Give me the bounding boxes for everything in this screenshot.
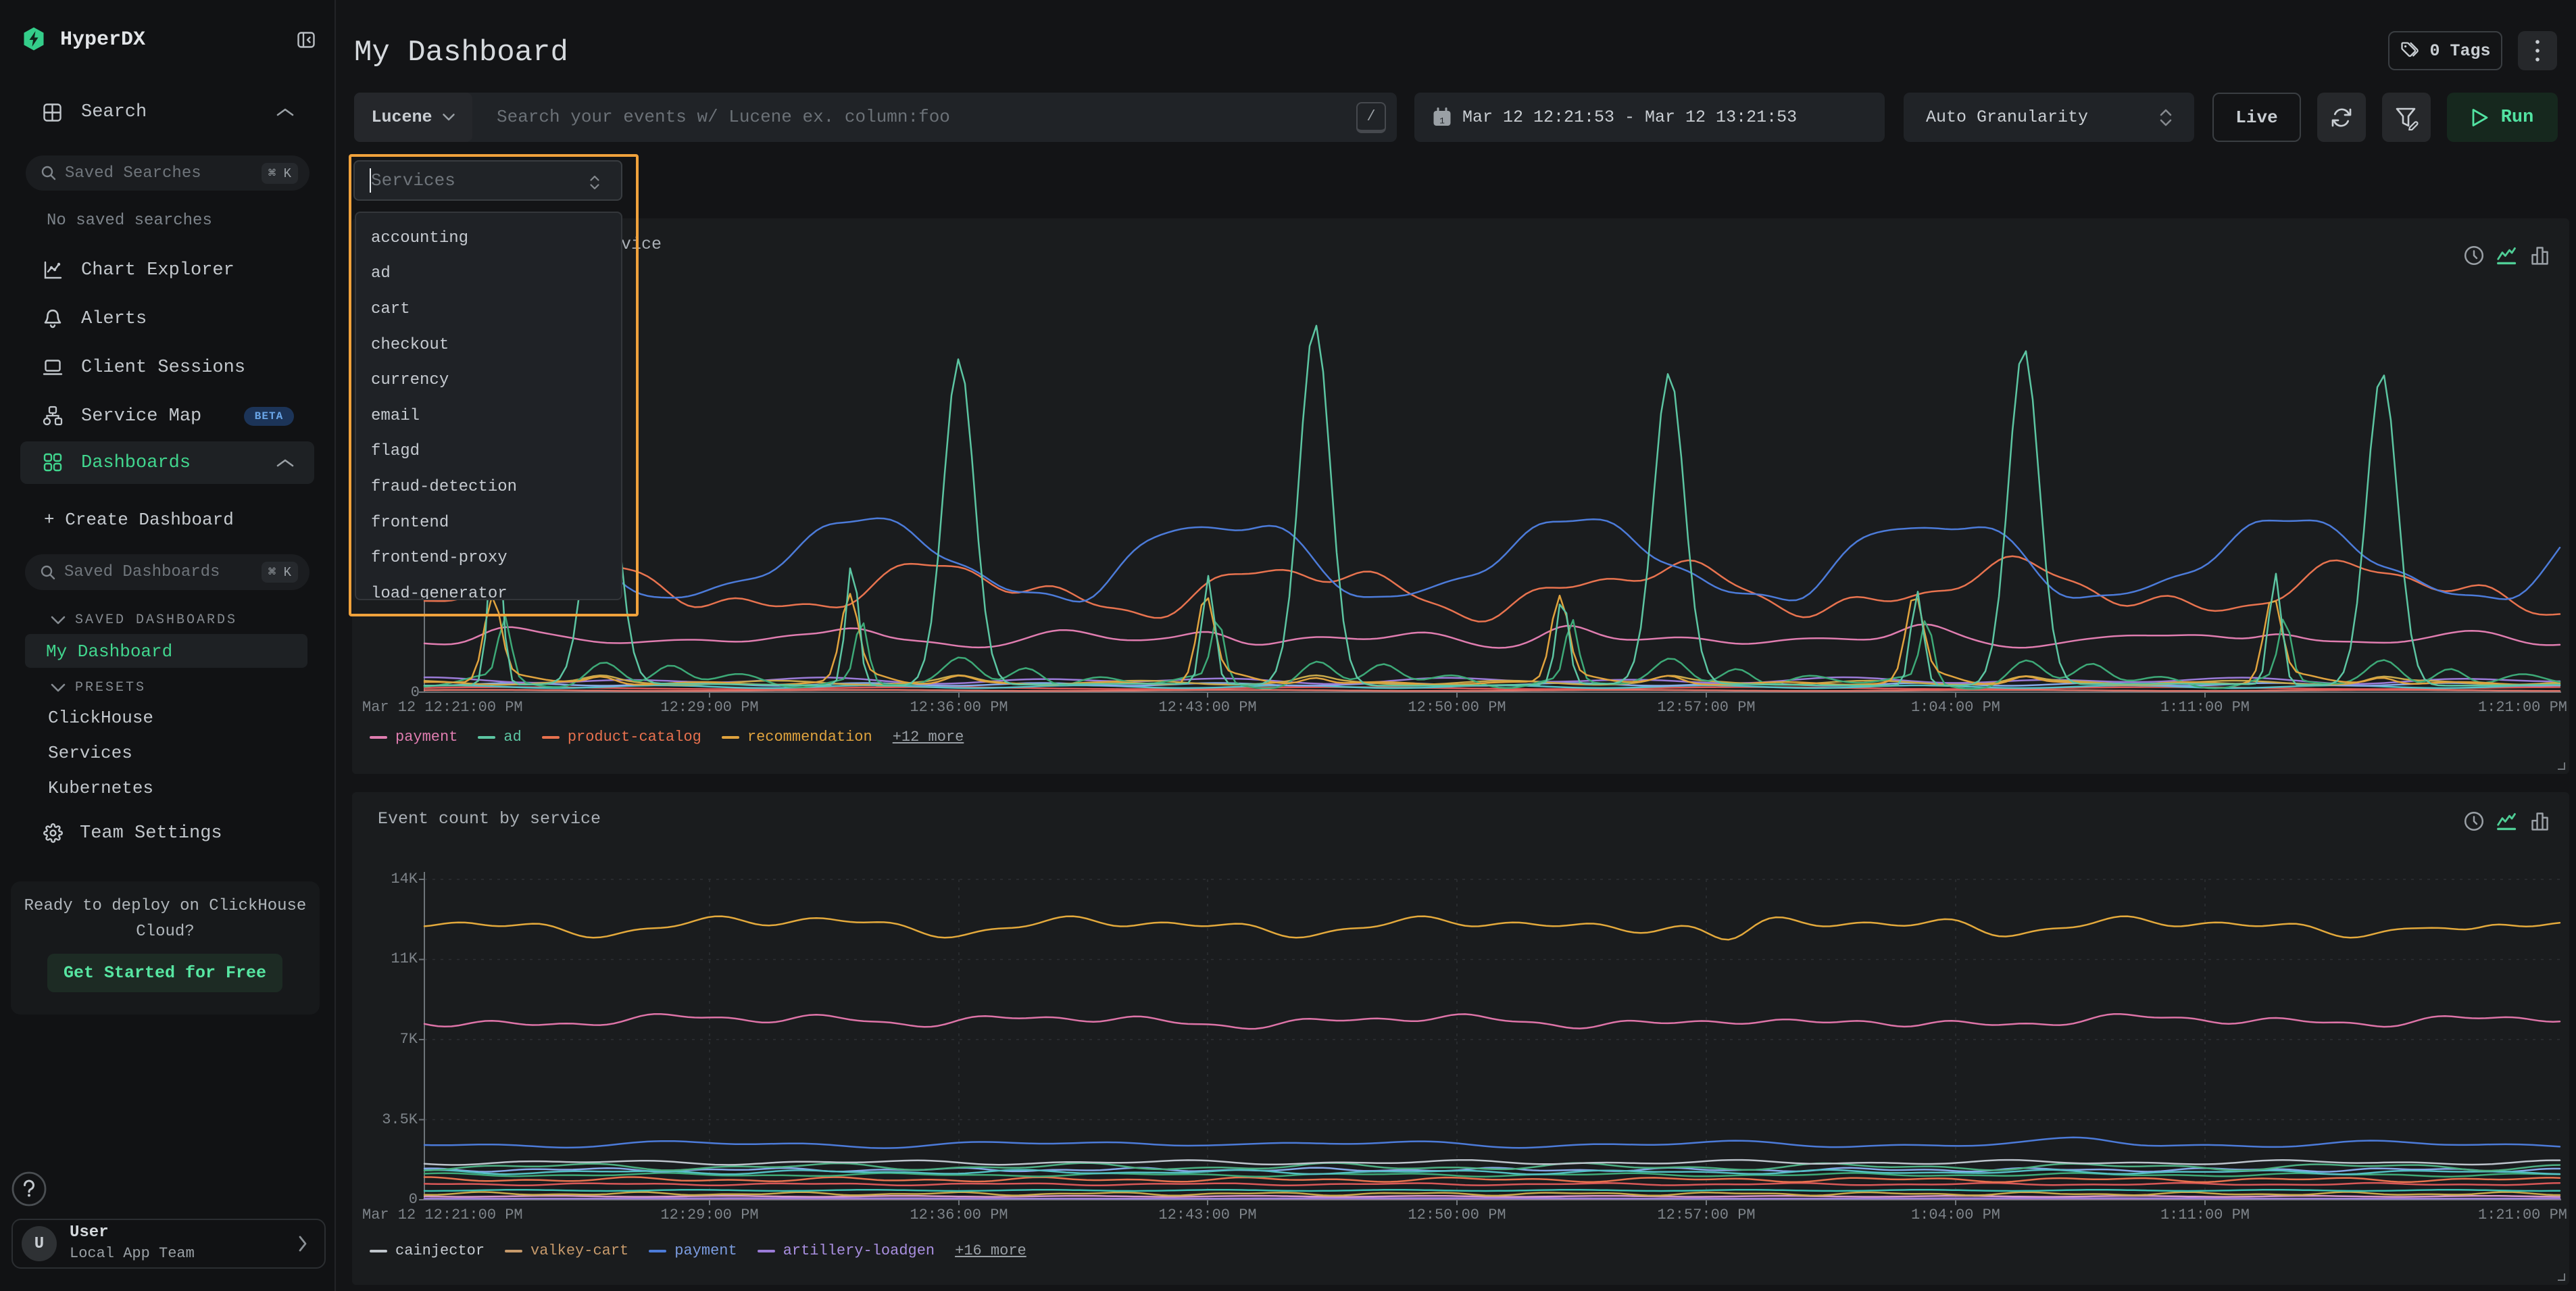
svg-text:1: 1 [1439, 116, 1445, 126]
